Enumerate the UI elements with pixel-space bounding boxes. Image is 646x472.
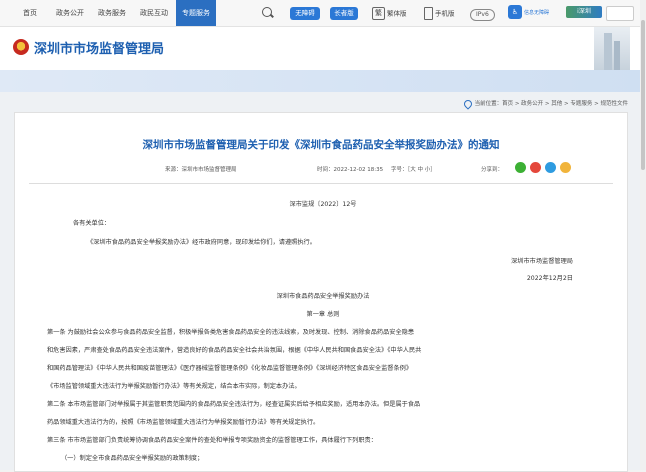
article-1-line: 第一条 为鼓励社会公众参与食品药品安全监督，积极举报各类危害食品药品安全的违法线… <box>47 329 415 336</box>
signature: 深圳市市场监督管理局 <box>511 258 573 265</box>
traditional-label: 繁体版 <box>387 9 407 18</box>
top-navbar: 首页 政务公开 政务服务 政民互动 专题服务 无障碍 长者版 繁繁体版 手机版 … <box>0 0 640 27</box>
qq-share-icon[interactable] <box>545 162 556 173</box>
site-header: 深圳市市场监督管理局 <box>0 27 640 70</box>
article-meta: 来源：深圳市市场监督管理局 时间：2022-12-02 18:35 字号：［大 … <box>15 162 627 175</box>
article-3-line: （一）制定全市食品药品安全举报奖励的政策制度； <box>61 455 204 462</box>
traditional-icon: 繁 <box>372 7 385 20</box>
article-title: 深圳市市场监督管理局关于印发《深圳市食品药品安全举报奖励办法》的通知 <box>142 139 500 151</box>
nav-gov-services[interactable]: 政务服务 <box>92 0 132 26</box>
article-2-line: 第二条 本市场监管部门对举报属于其监管职责范围内的食品药品安全违法行为，经查证属… <box>47 401 421 408</box>
scrollbar-thumb[interactable] <box>641 20 645 170</box>
site-title[interactable]: 深圳市市场监督管理局 <box>34 38 164 57</box>
breadcrumb-text[interactable]: 当前位置：首页 > 政务公开 > 其他 > 专题服务 > 规范性文件 <box>475 101 628 107</box>
article-1-line: 《市场监管领域重大违法行为举报奖励暂行办法》等有关规定，结合本市实际，制定本办法… <box>47 383 301 390</box>
phone-icon <box>424 7 433 20</box>
mobile-version-link[interactable]: 手机版 <box>424 7 455 20</box>
meta-divider <box>29 183 613 184</box>
nav-home[interactable]: 首页 <box>14 0 46 26</box>
i-shenzhen-logo[interactable]: i深圳 <box>566 6 602 18</box>
qzone-share-icon[interactable] <box>560 162 571 173</box>
issue-date: 2022年12月2日 <box>526 275 573 282</box>
national-emblem-icon <box>13 39 29 55</box>
article-source: 来源：深圳市市场监督管理局 <box>165 167 237 173</box>
elder-mode-button[interactable]: 长者版 <box>330 7 358 20</box>
top-search-input[interactable] <box>606 6 634 21</box>
nav-interaction[interactable]: 政民互动 <box>134 0 174 26</box>
header-banner <box>0 70 640 92</box>
intro-paragraph: 《深圳市食品药品安全举报奖励办法》经市政府同意，现印发给你们，请遵照执行。 <box>87 239 316 246</box>
article-time: 时间：2022-12-02 18:35 <box>317 167 384 173</box>
article-1-line: 和国药品管理法》《中华人民共和国疫苗管理法》《医疗器械监督管理条例》《化妆品监督… <box>47 365 413 372</box>
mobile-label: 手机版 <box>435 9 455 18</box>
wechat-share-icon[interactable] <box>515 162 526 173</box>
accessibility-icon[interactable]: ♿ <box>508 5 522 19</box>
weibo-share-icon[interactable] <box>530 162 541 173</box>
document-number: 深市监规〔2022〕12号 <box>289 201 357 208</box>
share-label: 分享到： <box>481 167 504 173</box>
regulation-title: 深圳市食品药品安全举报奖励办法 <box>276 293 370 300</box>
no-barrier-button[interactable]: 无障碍 <box>290 7 320 20</box>
salutation: 各有关单位： <box>73 220 111 227</box>
ipv6-badge: IPv6 <box>470 9 495 21</box>
nav-gov-affairs-open[interactable]: 政务公开 <box>50 0 90 26</box>
page-scrollbar[interactable] <box>640 0 646 470</box>
font-size-switcher[interactable]: 字号：［大 中 小］ <box>391 165 436 173</box>
article-2-line: 药品领域重大违法行为的，按照《市场监管领域重大违法行为举报奖励暂行办法》等有关规… <box>47 419 320 426</box>
article-1-line: 和危害因素，严肃查处食品药品安全违法案件，营造良好的食品药品安全社会共治氛围，根… <box>47 347 422 354</box>
accessibility-label: 信息无障碍 <box>524 10 550 16</box>
nav-special-services[interactable]: 专题服务 <box>176 0 216 26</box>
article-panel: 深圳市市场监督管理局关于印发《深圳市食品药品安全举报奖励办法》的通知 来源：深圳… <box>14 112 628 472</box>
header-building-image <box>594 27 630 70</box>
chapter-heading: 第一章 总则 <box>306 311 340 318</box>
location-icon <box>461 97 474 110</box>
breadcrumb[interactable]: 当前位置：首页 > 政务公开 > 其他 > 专题服务 > 规范性文件 <box>461 97 628 110</box>
search-icon[interactable] <box>262 7 272 17</box>
traditional-chinese-toggle[interactable]: 繁繁体版 <box>372 7 407 20</box>
article-3-line: 第三条 市市场监管部门负责统筹协调食品药品安全案件的查处和举报专项奖励资金的监督… <box>47 437 377 444</box>
browser-page: 首页 政务公开 政务服务 政民互动 专题服务 无障碍 长者版 繁繁体版 手机版 … <box>0 0 641 472</box>
